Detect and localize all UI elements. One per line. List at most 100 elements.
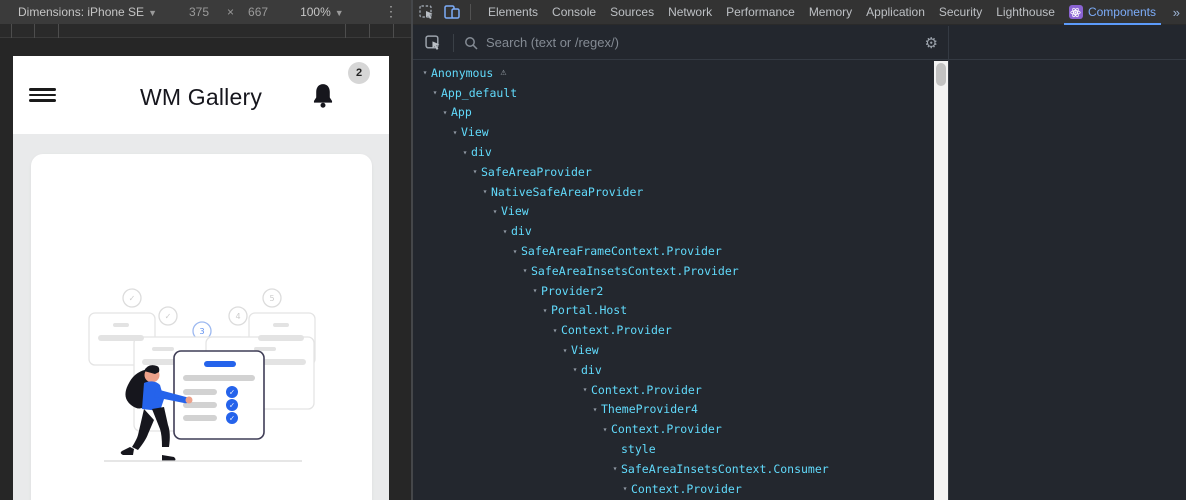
tree-node[interactable]: ▾Context.Provider [413,479,934,499]
app-header: WM Gallery 2 [13,56,389,134]
expander-icon[interactable]: ▾ [459,148,471,157]
tab-label: Elements [488,5,538,19]
caret-down-icon: ▼ [148,8,157,18]
component-name: Portal.Host [551,303,627,317]
devtools-window: Dimensions: iPhone SE▼ 375 × 667 100% ▼ ⋮ [0,0,1186,500]
expander-icon[interactable]: ▾ [619,484,631,493]
multiply-icon: × [227,5,234,19]
devtools-tabbar-tabs: Elements Console Sources Network Performance… [481,0,1163,25]
tree-node[interactable]: ▾View [413,122,934,142]
tab-elements[interactable]: Elements [481,0,545,25]
tree-node[interactable]: ▾SafeAreaFrameContext.Provider [413,241,934,261]
tab-lighthouse[interactable]: Lighthouse [989,0,1062,25]
props-toolbar [949,26,1186,60]
expander-icon[interactable]: ▾ [429,88,441,97]
tree-node[interactable]: ▾Provider2 [413,281,934,301]
tree-node[interactable]: ▾Context.Provider [413,419,934,439]
tab-performance[interactable]: Performance [719,0,802,25]
tree-node[interactable]: ▾SafeAreaProvider [413,162,934,182]
expander-icon[interactable]: ▾ [449,128,461,137]
inspect-element-icon[interactable] [419,5,434,20]
expander-icon[interactable]: ▾ [489,207,501,216]
expander-icon[interactable]: ▾ [599,425,611,434]
expander-icon[interactable]: ▾ [539,306,551,315]
zoom-select[interactable]: 100% ▼ [300,5,344,19]
tree-node[interactable]: ▾Context.Provider [413,320,934,340]
tree-node[interactable]: ▾SafeAreaInsetsContext.Consumer [413,459,934,479]
device-toolbar-menu-icon[interactable]: ⋮ [384,3,398,20]
tree-node[interactable]: ▾App_default [413,83,934,103]
expander-icon[interactable]: ▾ [509,247,521,256]
component-name: App [451,105,472,119]
expander-icon[interactable]: ▾ [559,346,571,355]
tree-node[interactable]: ▾App [413,103,934,123]
svg-text:✓: ✓ [229,415,235,423]
device-height-field[interactable]: 667 [248,5,268,19]
tree-node[interactable]: ▾div [413,142,934,162]
component-name: SafeAreaProvider [481,165,592,179]
notification-badge: 2 [348,62,370,84]
gallery-illustration: ✓✓ 3 45 [86,285,318,465]
tab-application[interactable]: Application [859,0,932,25]
component-name: NativeSafeAreaProvider [491,185,643,199]
tree-node[interactable]: ▾SafeAreaInsetsContext.Provider [413,261,934,281]
tree-node[interactable]: ▾Anonymous⚠ [413,63,934,83]
component-tree: ▾Anonymous⚠▾App_default▾App▾View▾div▾Saf… [413,61,934,500]
tree-node[interactable]: style [413,439,934,459]
expander-icon[interactable]: ▾ [569,365,581,374]
tab-label: Security [939,5,982,19]
horizontal-ruler [0,24,412,38]
expander-icon[interactable]: ▾ [499,227,511,236]
settings-gear-icon[interactable]: ⚙ [925,34,938,52]
more-tabs-icon[interactable]: » [1173,5,1180,20]
zoom-value: 100% [300,5,331,19]
component-name: App_default [441,86,517,100]
expander-icon[interactable]: ▾ [549,326,561,335]
tab-console[interactable]: Console [545,0,603,25]
warning-icon: ⚠ [500,67,506,78]
toolbar-separator [453,34,454,52]
tab-sources[interactable]: Sources [603,0,661,25]
expander-icon[interactable]: ▾ [439,108,451,117]
device-toolbar-toggle-icon[interactable] [444,5,460,19]
tab-network[interactable]: Network [661,0,719,25]
device-emulation-pane: Dimensions: iPhone SE▼ 375 × 667 100% ▼ ⋮ [0,0,412,500]
caret-down-icon: ▼ [335,8,344,18]
tab-security[interactable]: Security [932,0,989,25]
notification-bell-icon[interactable] [310,82,336,110]
tab-components[interactable]: Components [1062,0,1163,25]
expander-icon[interactable]: ▾ [589,405,601,414]
device-width-field[interactable]: 375 [189,5,209,19]
tab-label: Sources [610,5,654,19]
expander-icon[interactable]: ▾ [529,286,541,295]
svg-text:✓: ✓ [229,389,235,397]
svg-text:✓: ✓ [229,402,235,410]
emulated-viewport: WM Gallery 2 [13,56,389,500]
tree-node[interactable]: ▾div [413,360,934,380]
expander-icon[interactable]: ▾ [579,385,591,394]
tree-node[interactable]: ▾Context.Provider [413,380,934,400]
tree-node[interactable]: ▾View [413,202,934,222]
expander-icon[interactable]: ▾ [469,167,481,176]
tree-node[interactable]: ▾div [413,221,934,241]
tree-scrollbar[interactable] [934,61,948,500]
dimensions-select[interactable]: Dimensions: iPhone SE▼ [18,5,157,19]
scrollbar-thumb[interactable] [936,63,946,86]
tab-label: Network [668,5,712,19]
expander-icon[interactable]: ▾ [419,68,431,77]
pick-component-icon[interactable] [425,35,441,51]
component-name: style [621,442,656,456]
svg-text:5: 5 [269,294,274,303]
expander-icon[interactable]: ▾ [519,266,531,275]
component-search-input[interactable] [486,35,925,50]
tree-node[interactable]: ▾Portal.Host [413,301,934,321]
react-icon [1069,5,1083,19]
component-name: Context.Provider [591,383,702,397]
tab-memory[interactable]: Memory [802,0,859,25]
tree-node[interactable]: ▾NativeSafeAreaProvider [413,182,934,202]
tab-label: Lighthouse [996,5,1055,19]
tree-node[interactable]: ▾View [413,340,934,360]
expander-icon[interactable]: ▾ [479,187,491,196]
tree-node[interactable]: ▾ThemeProvider4 [413,400,934,420]
expander-icon[interactable]: ▾ [609,464,621,473]
